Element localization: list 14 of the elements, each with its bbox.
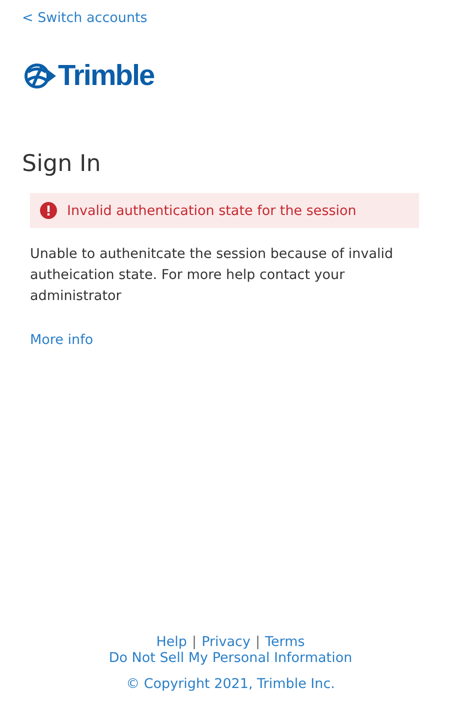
error-icon <box>40 202 57 219</box>
copyright-text: © Copyright 2021, Trimble Inc. <box>126 676 335 692</box>
footer-link[interactable]: Terms <box>265 634 305 650</box>
more-info-link[interactable]: More info <box>30 332 94 348</box>
privacy-link[interactable]: Do Not Sell My Personal Information <box>108 650 352 666</box>
separator: | <box>192 634 197 650</box>
switch-accounts-link[interactable]: < Switch accounts <box>22 10 148 26</box>
logo-wordmark: Trimble <box>58 59 154 93</box>
footer-link[interactable]: Help <box>156 634 187 650</box>
footer-link[interactable]: Privacy <box>202 634 250 650</box>
error-message: Invalid authentication state for the session <box>67 202 356 218</box>
page-title: Sign In <box>22 150 102 179</box>
error-description: Unable to authenitcate the session because of invalid autheication state. For more help contact your administrator <box>30 245 394 306</box>
separator: | <box>255 634 260 650</box>
